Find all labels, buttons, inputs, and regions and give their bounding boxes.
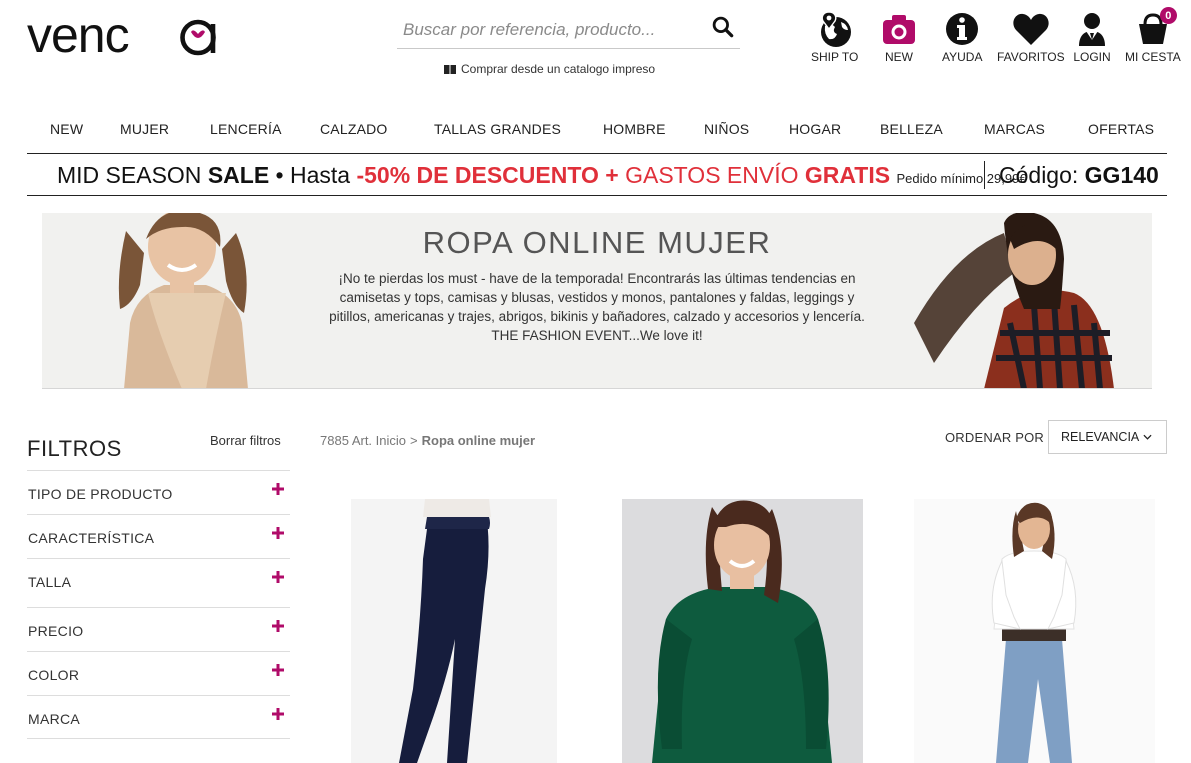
catalog-link[interactable]: Comprar desde un catalogo impreso: [444, 62, 655, 76]
cart-count-badge: 0: [1159, 7, 1177, 24]
breadcrumb: 7885 Art. Inicio > Ropa online mujer: [320, 433, 535, 448]
nav-mujer[interactable]: MUJER: [120, 121, 169, 137]
plus-icon: [272, 483, 284, 495]
hero-description: ¡No te pierdas los must - have de la tem…: [329, 271, 865, 343]
nav-calzado[interactable]: CALZADO: [320, 121, 388, 137]
plus-icon: [272, 620, 284, 632]
nav-hombre[interactable]: HOMBRE: [603, 121, 666, 137]
breadcrumb-current: Ropa online mujer: [421, 433, 536, 448]
heart-icon: [1013, 13, 1049, 45]
venca-logo-graphic: venc: [27, 14, 216, 60]
product-image-white-shirt: [914, 499, 1155, 763]
clear-filters-link[interactable]: Borrar filtros: [210, 433, 281, 448]
promo-code-label: Código:: [999, 162, 1085, 188]
promo-sale: SALE: [207, 162, 270, 188]
main-nav: NEW MUJER LENCERÍA CALZADO TALLAS GRANDE…: [27, 113, 1167, 145]
catalog-link-label: Comprar desde un catalogo impreso: [461, 62, 656, 76]
filter-label: TALLA: [28, 574, 72, 590]
article-count: 7885 Art.: [320, 433, 373, 448]
book-icon: [444, 64, 456, 74]
camera-icon: [883, 15, 915, 44]
promo-divider: [984, 161, 985, 189]
promo-code-value: GG140: [1084, 162, 1159, 188]
product-card-green-sweater[interactable]: [622, 499, 863, 763]
help-button[interactable]: AYUDA: [942, 10, 982, 64]
filter-characteristic[interactable]: CARACTERÍSTICA: [27, 514, 290, 558]
promo-code: Código: GG140: [999, 162, 1159, 189]
promo-discount: -50% DE DESCUENTO +: [356, 162, 626, 188]
ship-to-button[interactable]: SHIP TO: [811, 10, 858, 64]
filter-label: COLOR: [28, 667, 80, 683]
nav-hogar[interactable]: HOGAR: [789, 121, 841, 137]
product-card-white-shirt[interactable]: [914, 499, 1155, 763]
promo-shipping: GASTOS ENVÍO: [625, 162, 805, 188]
info-icon: [946, 13, 979, 45]
sort-label: ORDENAR POR: [945, 430, 1044, 445]
sort-value: RELEVANCIA: [1061, 430, 1140, 444]
search-icon[interactable]: [710, 14, 736, 40]
help-label: AYUDA: [942, 50, 983, 64]
filter-label: TIPO DE PRODUCTO: [28, 486, 173, 502]
sort-select[interactable]: RELEVANCIA: [1048, 420, 1167, 454]
filter-size[interactable]: TALLA: [27, 558, 290, 607]
promo-free: GRATIS: [804, 162, 891, 188]
category-hero-banner: ROPA ONLINE MUJER ¡No te pierdas los mus…: [42, 213, 1152, 389]
search-box: [397, 12, 740, 49]
cart-label: MI CESTA: [1125, 50, 1181, 64]
nav-belleza[interactable]: BELLEZA: [880, 121, 943, 137]
promo-banner[interactable]: MID SEASON SALE • Hasta -50% DE DESCUENT…: [27, 153, 1167, 196]
nav-new[interactable]: NEW: [50, 121, 83, 137]
filter-price[interactable]: PRECIO: [27, 607, 290, 651]
breadcrumb-home[interactable]: Inicio: [376, 433, 406, 448]
promo-part-3: • Hasta: [269, 162, 357, 188]
header-icons: SHIP TO NEW AYUDA FAVORITOS LOGIN MI CES…: [806, 7, 1186, 70]
favorites-label: FAVORITOS: [997, 50, 1065, 64]
filter-label: MARCA: [28, 711, 81, 727]
product-image-leggings: [351, 499, 557, 763]
plus-icon: [272, 664, 284, 676]
ship-to-label: SHIP TO: [811, 50, 859, 64]
nav-marcas[interactable]: MARCAS: [984, 121, 1045, 137]
filters-title: FILTROS: [27, 436, 122, 461]
breadcrumb-separator: >: [410, 433, 418, 448]
filter-label: CARACTERÍSTICA: [28, 530, 155, 546]
nav-ninos[interactable]: NIÑOS: [704, 121, 749, 137]
product-image-green-sweater: [622, 499, 863, 763]
new-button[interactable]: NEW: [879, 10, 919, 64]
plus-icon: [272, 527, 284, 539]
filter-label: PRECIO: [28, 623, 84, 639]
globe-pin-icon: [820, 11, 851, 47]
filter-product-type[interactable]: TIPO DE PRODUCTO: [27, 470, 290, 514]
filter-color[interactable]: COLOR: [27, 651, 290, 695]
filter-brand[interactable]: MARCA: [27, 695, 290, 739]
product-card-leggings[interactable]: [351, 499, 557, 763]
filter-list: TIPO DE PRODUCTO CARACTERÍSTICA TALLA PR…: [27, 470, 290, 739]
cart-button[interactable]: MI CESTA 0: [1125, 7, 1181, 64]
promo-part-1: MID SEASON: [57, 162, 208, 188]
plus-icon: [272, 571, 284, 583]
user-icon: [1079, 13, 1105, 46]
model-right-image: [914, 213, 1134, 388]
login-button[interactable]: LOGIN: [1072, 10, 1112, 64]
nav-tallas-grandes[interactable]: TALLAS GRANDES: [434, 121, 561, 137]
login-label: LOGIN: [1073, 50, 1111, 64]
svg-text:venc: venc: [27, 14, 129, 60]
venca-logo[interactable]: venc: [27, 14, 227, 60]
nav-lenceria[interactable]: LENCERÍA: [210, 121, 282, 137]
search-input[interactable]: [397, 12, 697, 48]
new-label: NEW: [885, 50, 913, 64]
plus-icon: [272, 708, 284, 720]
promo-text: MID SEASON SALE • Hasta -50% DE DESCUENT…: [57, 162, 1027, 189]
chevron-down-icon: [1143, 434, 1152, 440]
nav-ofertas[interactable]: OFERTAS: [1088, 121, 1154, 137]
favorites-button[interactable]: FAVORITOS: [997, 10, 1065, 64]
